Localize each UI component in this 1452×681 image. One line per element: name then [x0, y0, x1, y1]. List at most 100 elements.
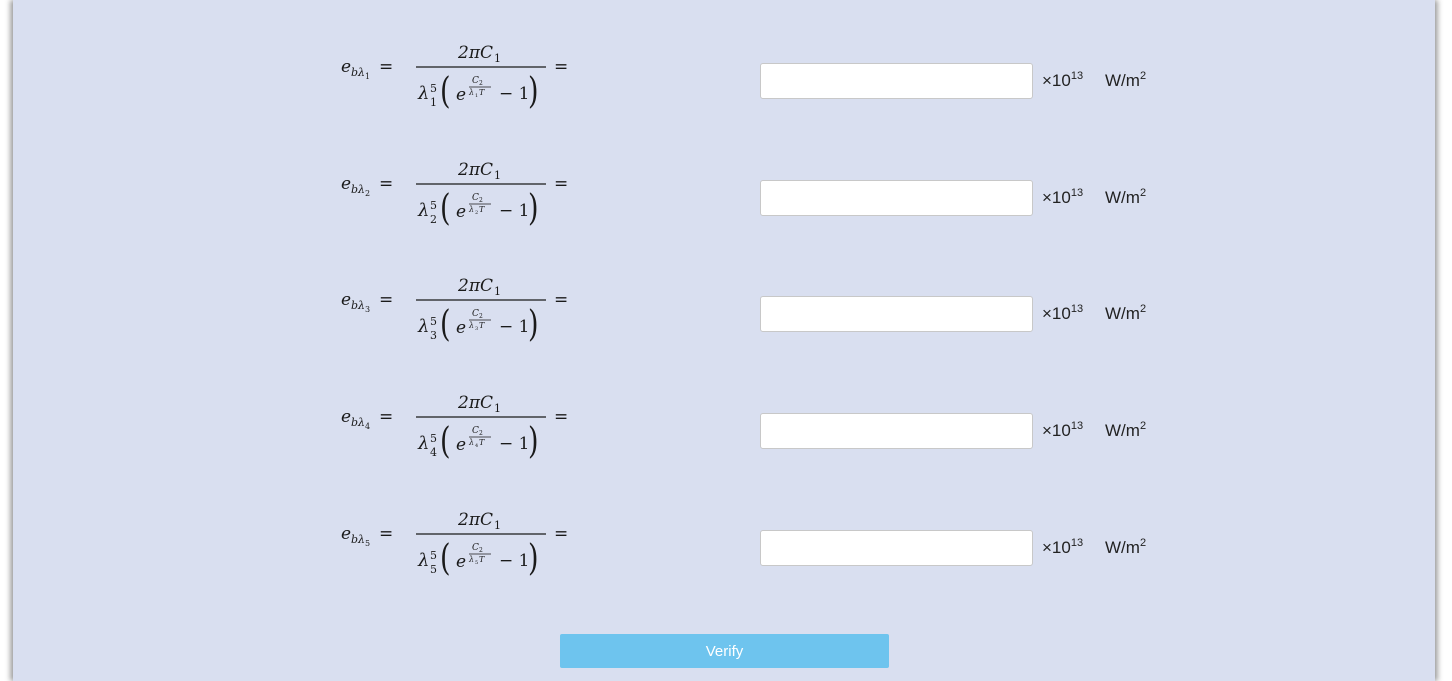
svg-text:e: e: [341, 174, 351, 194]
answer-input-4[interactable]: [760, 413, 1033, 449]
equation-row-3: e b λ 3 = 2πC 1 λ 5 3 ( e C 2 λ 3 T − 1 …: [13, 260, 1435, 377]
svg-text:λ: λ: [357, 66, 365, 79]
svg-text:=: =: [554, 407, 568, 427]
emissive-power-formula-4: e b λ 4 = 2πC 1 λ 5 4 ( e C 2 λ 4 T − 1 …: [341, 393, 568, 462]
svg-text:1: 1: [494, 519, 501, 532]
verify-button[interactable]: Verify: [560, 634, 889, 668]
multiplier-label-5: ×1013: [1042, 537, 1084, 558]
svg-text:=: =: [379, 174, 393, 194]
svg-text:b: b: [351, 299, 358, 312]
answer-input-3[interactable]: [760, 296, 1033, 332]
svg-text:(: (: [440, 186, 451, 229]
svg-text:2: 2: [365, 189, 370, 198]
svg-text:5: 5: [365, 539, 370, 548]
svg-text:5: 5: [430, 82, 437, 95]
equation-row-2: e b λ 2 = 2πC 1 λ 5 2 ( e C 2 λ 2 T − 1 …: [13, 144, 1435, 261]
svg-text:=: =: [379, 57, 393, 77]
svg-text:5: 5: [430, 563, 437, 576]
answer-input-1[interactable]: [760, 63, 1033, 99]
svg-text:2: 2: [430, 213, 437, 226]
svg-text:λ: λ: [468, 438, 474, 447]
unit-label-2: W/m2: [1105, 187, 1147, 208]
svg-text:=: =: [379, 290, 393, 310]
svg-text:b: b: [351, 416, 358, 429]
svg-text:2: 2: [479, 430, 483, 437]
svg-text:2: 2: [479, 80, 483, 87]
svg-text:C: C: [472, 193, 479, 203]
svg-text:T: T: [479, 205, 485, 214]
svg-text:λ: λ: [357, 416, 365, 429]
svg-text:λ: λ: [357, 183, 365, 196]
svg-text:λ: λ: [417, 316, 429, 337]
svg-text:λ: λ: [468, 321, 474, 330]
svg-text:e: e: [341, 57, 351, 77]
svg-text:3: 3: [430, 329, 437, 342]
svg-text:2: 2: [475, 210, 478, 216]
svg-text:e: e: [456, 435, 466, 455]
svg-text:λ: λ: [357, 533, 365, 546]
svg-text:1: 1: [494, 402, 501, 415]
equation-row-1: e b λ 1 = 2πC 1 λ 5 1 ( e C 2 λ 1 T − 1 …: [13, 27, 1435, 144]
svg-text:1: 1: [475, 93, 478, 99]
emissive-power-formula-2: e b λ 2 = 2πC 1 λ 5 2 ( e C 2 λ 2 T − 1 …: [341, 160, 568, 229]
svg-text:2πC: 2πC: [457, 510, 493, 530]
svg-text:e: e: [341, 407, 351, 427]
svg-text:2: 2: [479, 197, 483, 204]
svg-text:C: C: [472, 426, 479, 436]
exercise-panel: e b λ 1 = 2πC 1 λ 5 1 ( e C 2 λ 1 T − 1 …: [13, 0, 1435, 681]
emissive-power-formula-1: e b λ 1 = 2πC 1 λ 5 1 ( e C 2 λ 1 T − 1 …: [341, 43, 568, 112]
svg-text:(: (: [440, 302, 451, 345]
svg-text:λ: λ: [417, 200, 429, 221]
svg-text:=: =: [554, 174, 568, 194]
svg-text:T: T: [479, 555, 485, 564]
svg-text:− 1: − 1: [499, 317, 529, 337]
svg-text:5: 5: [475, 560, 478, 566]
answer-input-2[interactable]: [760, 180, 1033, 216]
svg-text:T: T: [479, 88, 485, 97]
multiplier-label-4: ×1013: [1042, 420, 1084, 441]
emissive-power-formula-3: e b λ 3 = 2πC 1 λ 5 3 ( e C 2 λ 3 T − 1 …: [341, 276, 568, 345]
svg-text:5: 5: [430, 549, 437, 562]
unit-label-1: W/m2: [1105, 70, 1147, 91]
svg-text:2πC: 2πC: [457, 276, 493, 296]
svg-text:C: C: [472, 543, 479, 553]
svg-text:=: =: [554, 290, 568, 310]
svg-text:− 1: − 1: [499, 84, 529, 104]
svg-text:e: e: [341, 290, 351, 310]
equation-row-4: e b λ 4 = 2πC 1 λ 5 4 ( e C 2 λ 4 T − 1 …: [13, 377, 1435, 494]
svg-text:5: 5: [430, 199, 437, 212]
multiplier-label-2: ×1013: [1042, 187, 1084, 208]
svg-text:(: (: [440, 536, 451, 579]
svg-text:2πC: 2πC: [457, 43, 493, 63]
svg-text:3: 3: [365, 305, 370, 314]
svg-text:C: C: [472, 76, 479, 86]
unit-label-3: W/m2: [1105, 303, 1147, 324]
svg-text:λ: λ: [417, 83, 429, 104]
svg-text:T: T: [479, 438, 485, 447]
svg-text:e: e: [341, 524, 351, 544]
svg-text:e: e: [456, 202, 466, 222]
svg-text:4: 4: [365, 422, 370, 431]
svg-text:4: 4: [475, 443, 478, 449]
svg-text:b: b: [351, 183, 358, 196]
answer-input-5[interactable]: [760, 530, 1033, 566]
unit-label-5: W/m2: [1105, 537, 1147, 558]
svg-text:b: b: [351, 66, 358, 79]
svg-text:e: e: [456, 85, 466, 105]
svg-text:(: (: [440, 69, 451, 112]
svg-text:1: 1: [430, 96, 437, 109]
svg-text:): ): [528, 536, 539, 579]
svg-text:e: e: [456, 318, 466, 338]
svg-text:λ: λ: [417, 550, 429, 571]
svg-text:3: 3: [475, 326, 478, 332]
svg-text:=: =: [554, 57, 568, 77]
svg-text:4: 4: [430, 446, 437, 459]
svg-text:): ): [528, 302, 539, 345]
svg-text:T: T: [479, 321, 485, 330]
svg-text:2πC: 2πC: [457, 393, 493, 413]
svg-text:− 1: − 1: [499, 551, 529, 571]
equation-row-5: e b λ 5 = 2πC 1 λ 5 5 ( e C 2 λ 5 T − 1 …: [13, 494, 1435, 611]
svg-text:5: 5: [430, 432, 437, 445]
svg-text:λ: λ: [417, 433, 429, 454]
svg-text:): ): [528, 419, 539, 462]
